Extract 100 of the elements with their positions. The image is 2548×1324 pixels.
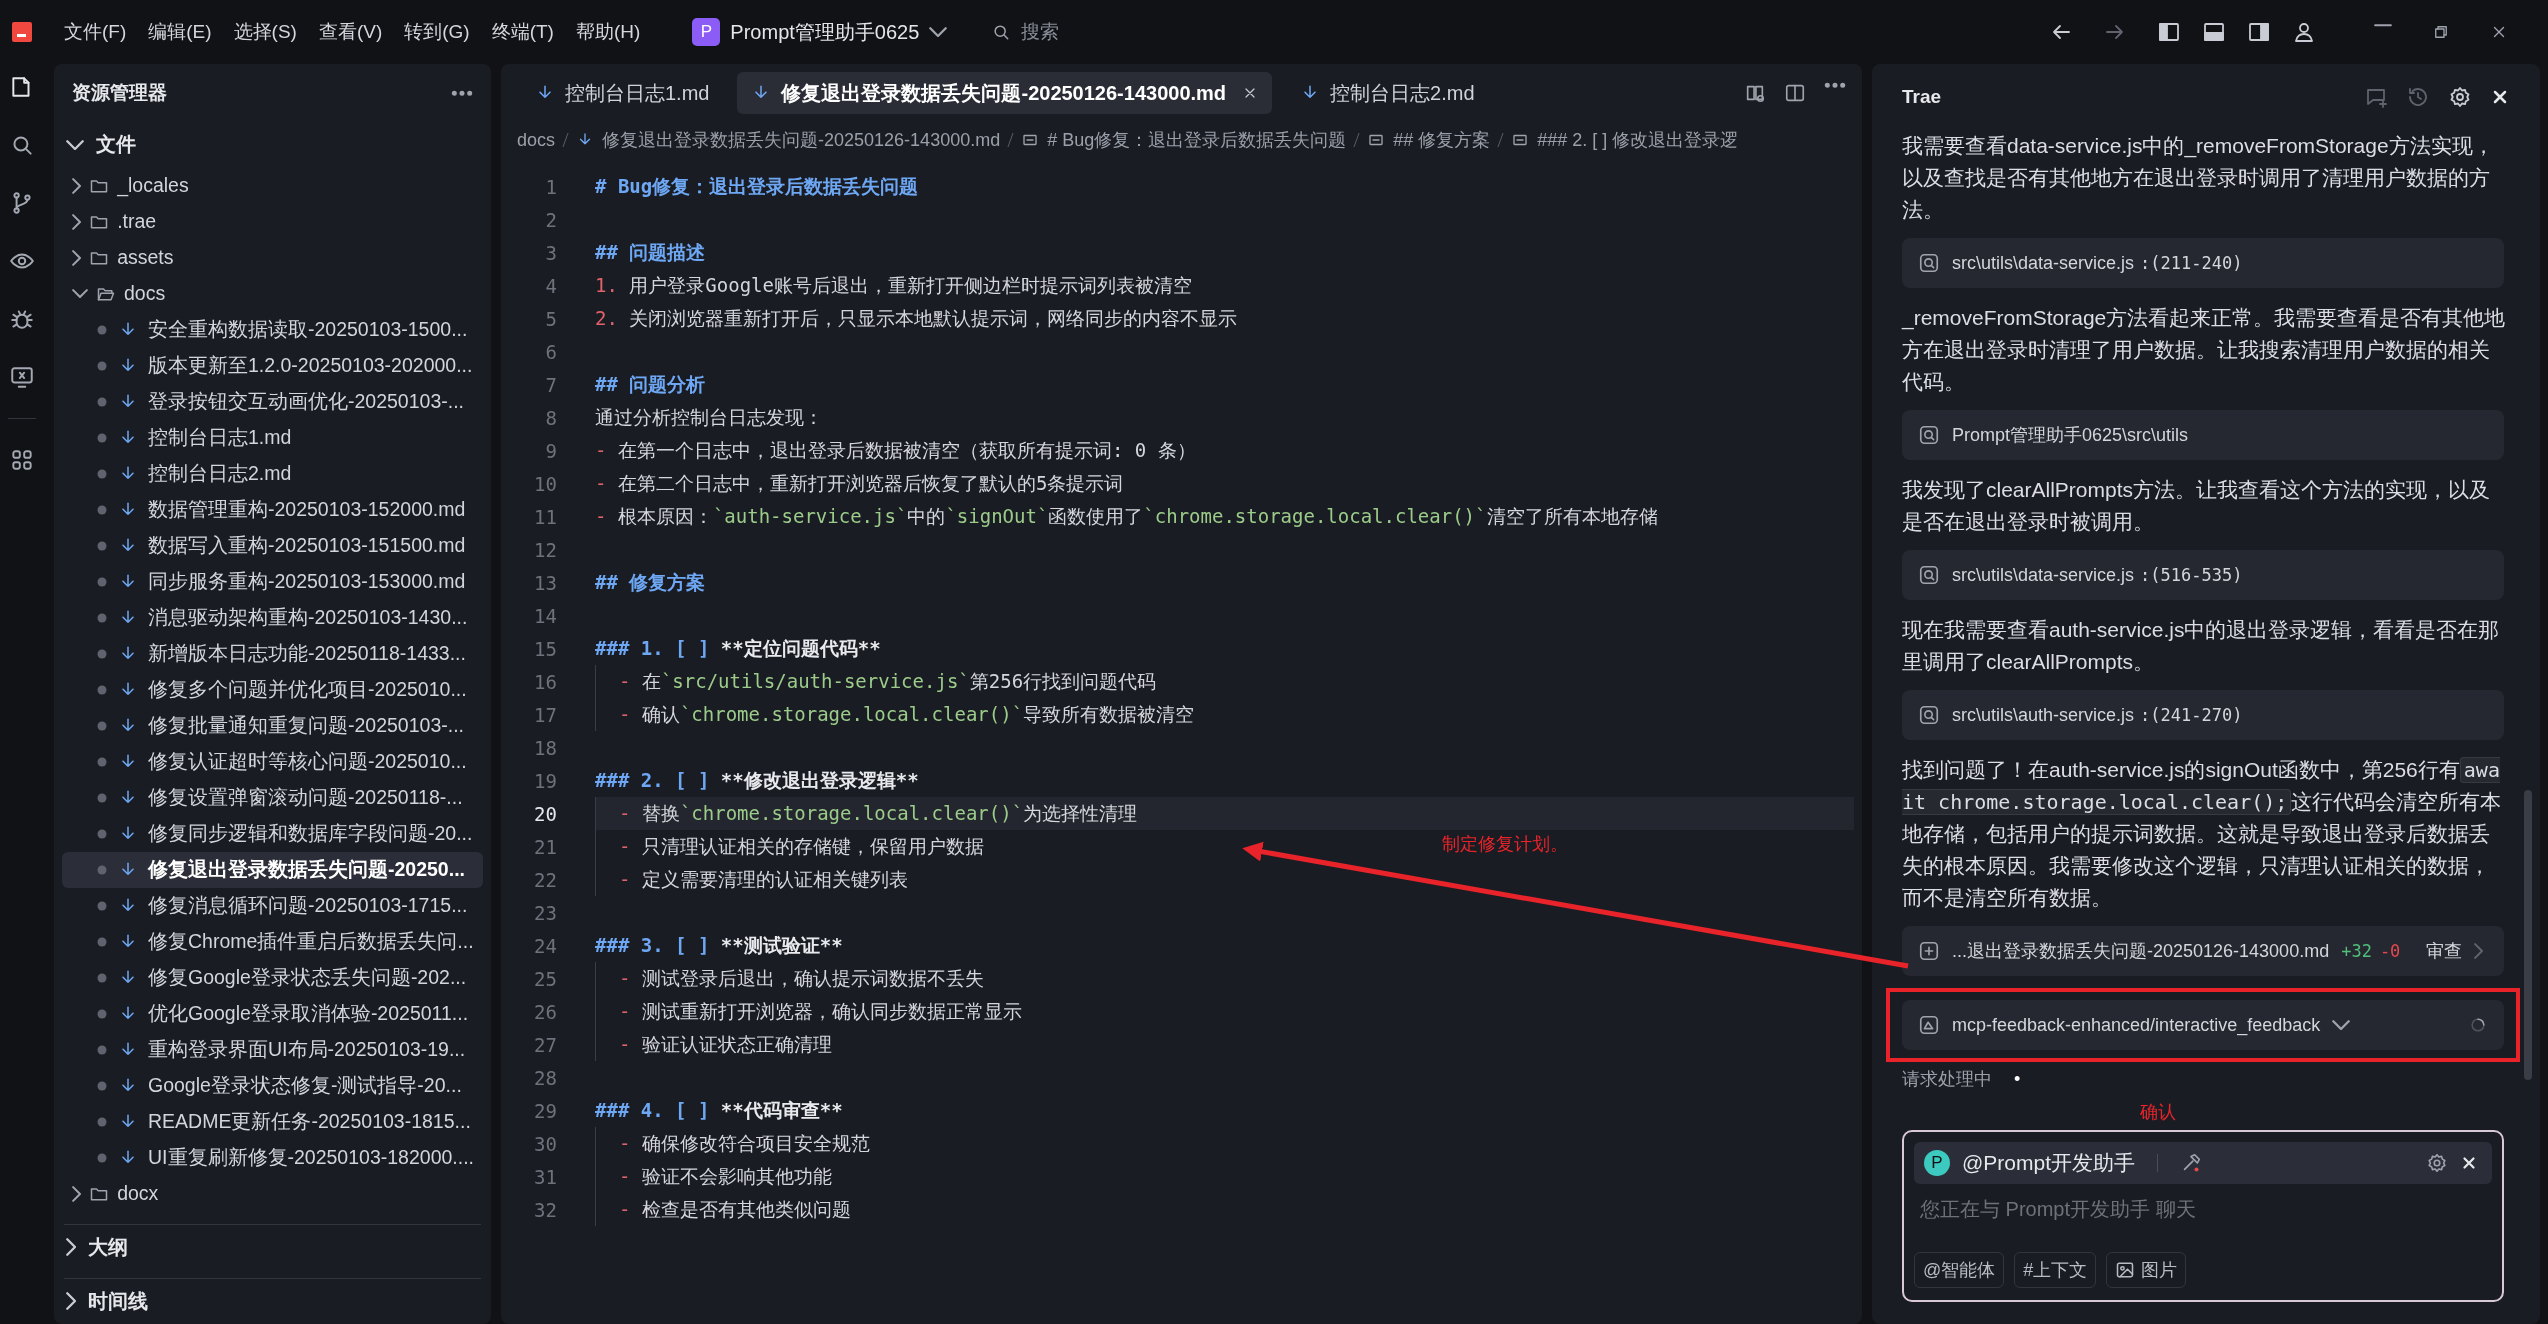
breadcrumb-item[interactable]: ## 修复方案	[1367, 128, 1491, 152]
menu-item[interactable]: 编辑(E)	[148, 19, 212, 45]
line-number: 11	[533, 505, 557, 528]
breadcrumb-item[interactable]: 修复退出登录数据丢失问题-20250126-143000.md	[576, 128, 1001, 152]
editor-tab[interactable]: 控制台日志2.md	[1286, 72, 1489, 114]
bottom-panel-icon[interactable]	[2202, 20, 2226, 44]
tree-item[interactable]: docs	[62, 275, 483, 312]
editor-tab[interactable]: 控制台日志1.md	[521, 72, 724, 114]
image-icon	[2115, 1260, 2136, 1280]
input-option-button[interactable]: #上下文	[2014, 1252, 2097, 1288]
settings-icon[interactable]	[2426, 1152, 2448, 1174]
dot-icon	[96, 1043, 108, 1056]
tree-item[interactable]: README更新任务-20250103-1815...	[62, 1103, 483, 1140]
menu-item[interactable]: 帮助(H)	[575, 19, 641, 45]
history-icon[interactable]	[2406, 85, 2430, 109]
tree-item[interactable]: 控制台日志2.md	[62, 455, 483, 492]
project-selector[interactable]: P Prompt管理助手0625	[692, 18, 948, 46]
dot-icon	[96, 395, 108, 408]
right-panel-icon[interactable]	[2247, 20, 2271, 44]
file-reference[interactable]: src\utils\data-service.js :(516-535)	[1902, 550, 2504, 600]
line-number: 20	[533, 802, 557, 825]
menu-item[interactable]: 查看(V)	[318, 19, 383, 45]
code-line: - 测试登录后退出，确认提示词数据不丢失	[595, 962, 984, 995]
tree-item[interactable]: 同步服务重构-20250103-153000.md	[62, 563, 483, 600]
line-number: 5	[544, 307, 557, 330]
editor-tab[interactable]: 修复退出登录数据丢失问题-20250126-143000.md	[737, 72, 1273, 114]
extensions-icon[interactable]	[9, 447, 35, 473]
chevron-down-icon	[72, 289, 88, 299]
account-icon[interactable]	[2292, 20, 2316, 44]
tree-item[interactable]: 修复认证超时等核心问题-2025010...	[62, 743, 483, 780]
section-header[interactable]: 大纲	[64, 1223, 481, 1270]
dot-icon	[96, 755, 108, 768]
code-line: - 定义需要清理的认证相关键列表	[595, 863, 908, 896]
remote-icon[interactable]	[9, 364, 35, 390]
tree-item[interactable]: 版本更新至1.2.0-20250103-202000...	[62, 347, 483, 384]
search-field[interactable]: 搜索	[1019, 20, 1384, 44]
tree-item[interactable]: 修复退出登录数据丢失问题-20250...	[62, 851, 483, 888]
breadcrumb-item[interactable]: # Bug修复：退出登录后数据丢失问题	[1021, 128, 1347, 152]
review-link[interactable]: 审查	[2426, 939, 2463, 963]
tool-icon	[1918, 1014, 1940, 1036]
tree-item[interactable]: 新增版本日志功能-20250118-1433...	[62, 635, 483, 672]
line-number: 3	[544, 241, 557, 264]
tree-item[interactable]: _locales	[62, 167, 483, 204]
chevron-right-icon	[72, 213, 82, 230]
removed-count: -0	[2379, 941, 2401, 961]
line-number: 27	[533, 1033, 557, 1056]
minimize-icon[interactable]	[2374, 23, 2392, 28]
breadcrumb-item[interactable]: docs	[517, 129, 556, 151]
chat-input[interactable]: P @Prompt开发助手 您正在与 Prompt开发助手 聊天 @智能体 #上下文 图片	[1902, 1130, 2504, 1302]
tree-item[interactable]: 消息驱动架构重构-20250103-1430...	[62, 599, 483, 636]
tree-item[interactable]: 修复同步逻辑和数据库字段问题-20...	[62, 815, 483, 852]
menu-item[interactable]: 终端(T)	[491, 19, 554, 45]
tree-item[interactable]: docx	[62, 1175, 483, 1212]
code-line: ## 问题描述	[595, 239, 706, 265]
tree-item[interactable]: 登录按钮交互动画优化-20250103-...	[62, 383, 483, 420]
tree-item[interactable]: 控制台日志1.md	[62, 419, 483, 456]
more-icon[interactable]	[451, 89, 473, 97]
tree-item[interactable]: 修复Google登录状态丢失问题-202...	[62, 959, 483, 996]
code-line: - 验证不会影响其他功能	[595, 1160, 832, 1193]
breadcrumb-item[interactable]: ### 2. [ ] 修改退出登录逻	[1511, 128, 1739, 152]
input-option-button[interactable]: 图片	[2106, 1252, 2187, 1288]
tree-item[interactable]: 数据管理重构-20250103-152000.md	[62, 491, 483, 528]
code-line: - 确保修改符合项目安全规范	[595, 1127, 870, 1160]
line-number: 25	[533, 967, 557, 990]
tree-item[interactable]: assets	[62, 239, 483, 276]
tree-item[interactable]: 修复消息循环问题-20250103-1715...	[62, 887, 483, 924]
tree-item[interactable]: UI重复刷新修复-20250103-182000....	[62, 1139, 483, 1176]
settings-icon[interactable]	[2448, 85, 2472, 109]
line-number: 22	[533, 868, 557, 891]
dot-icon	[96, 323, 108, 336]
menu-item[interactable]: 选择(S)	[233, 19, 297, 45]
menu-item[interactable]: 转到(G)	[404, 19, 470, 45]
tool-call-card[interactable]: mcp-feedback-enhanced/interactive_feedback	[1902, 1000, 2504, 1050]
section-header[interactable]: 时间线	[64, 1277, 481, 1324]
more-icon[interactable]	[1824, 82, 1846, 89]
tree-item[interactable]: 数据写入重构-20250103-151500.md	[62, 527, 483, 564]
tree-item[interactable]: Google登录状态修复-测试指导-20...	[62, 1067, 483, 1104]
tree-item[interactable]: .trae	[62, 203, 483, 240]
split-editor-icon[interactable]	[1784, 82, 1806, 104]
tree-item[interactable]: 优化Google登录取消体验-2025011...	[62, 995, 483, 1032]
menu-item[interactable]: 文件(F)	[64, 19, 127, 45]
tree-item[interactable]: 修复设置弹窗滚动问题-20250118-...	[62, 779, 483, 816]
file-reference[interactable]: src\utils\auth-service.js :(241-270)	[1902, 690, 2504, 740]
panel-title: 资源管理器	[72, 81, 167, 106]
file-reference[interactable]: Prompt管理助手0625\src\utils	[1902, 410, 2504, 460]
tree-item[interactable]: 修复批量通知重复问题-20250103-...	[62, 707, 483, 744]
input-option-button[interactable]: @智能体	[1914, 1252, 2005, 1288]
left-panel-icon[interactable]	[2157, 20, 2181, 44]
scrollbar[interactable]	[2524, 790, 2532, 1080]
chevron-right-icon[interactable]	[2474, 943, 2484, 959]
section-header[interactable]: 文件	[54, 122, 491, 168]
tree-item[interactable]: 重构登录界面UI布局-20250103-19...	[62, 1031, 483, 1068]
restore-icon[interactable]	[2432, 23, 2450, 41]
file-reference[interactable]: src\utils\data-service.js :(211-240)	[1902, 238, 2504, 288]
plus-icon	[1918, 940, 1940, 962]
close-icon[interactable]	[2460, 1154, 2478, 1172]
tree-item[interactable]: 修复多个问题并优化项目-2025010...	[62, 671, 483, 708]
tree-item[interactable]: 修复Chrome插件重启后数据丢失问...	[62, 923, 483, 960]
line-number: 6	[544, 340, 557, 363]
tree-item[interactable]: 安全重构数据读取-20250103-1500...	[62, 311, 483, 348]
